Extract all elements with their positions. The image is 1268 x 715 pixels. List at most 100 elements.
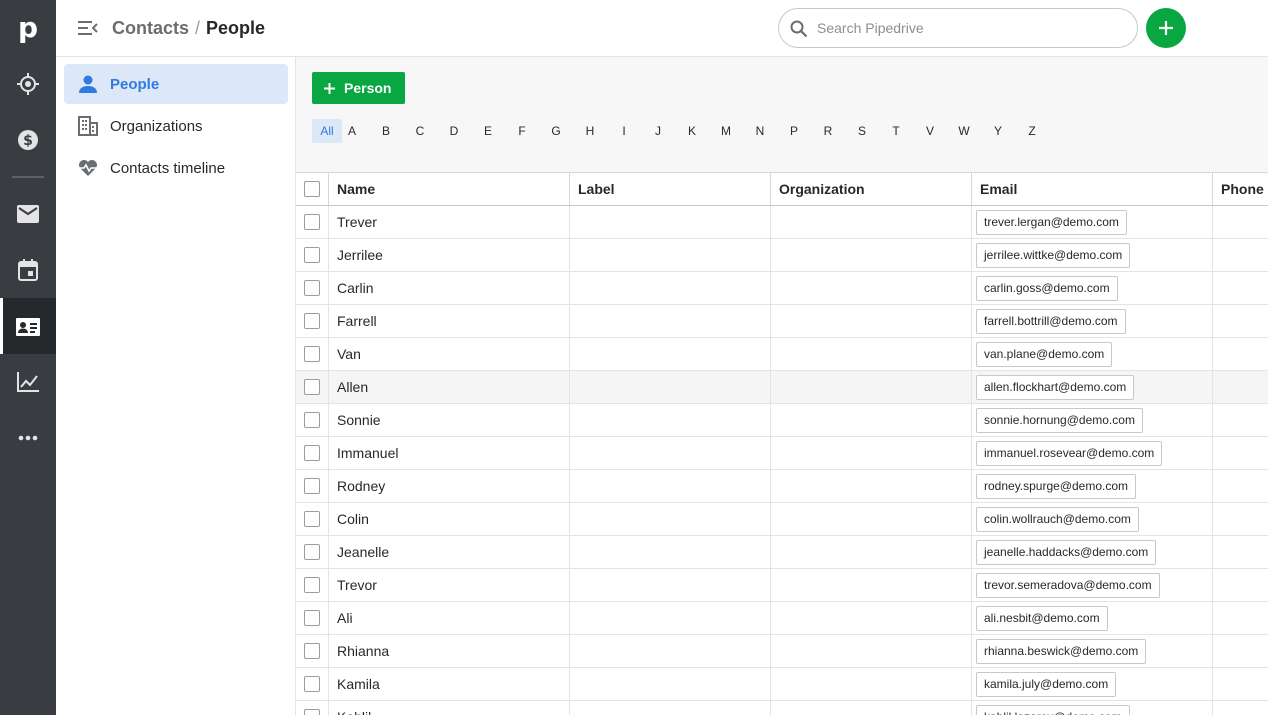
- alphabet-letter-s[interactable]: S: [854, 119, 870, 143]
- search-box[interactable]: [778, 8, 1138, 48]
- person-organization[interactable]: [771, 371, 972, 403]
- alphabet-letter-b[interactable]: B: [378, 119, 394, 143]
- alphabet-letter-p[interactable]: P: [786, 119, 802, 143]
- person-organization[interactable]: [771, 404, 972, 436]
- table-row[interactable]: Colin colin.wollrauch@demo.com: [296, 503, 1268, 536]
- table-row[interactable]: Sonnie sonnie.hornung@demo.com: [296, 404, 1268, 437]
- person-name[interactable]: Allen: [329, 371, 570, 403]
- alphabet-letter-g[interactable]: G: [548, 119, 564, 143]
- person-name[interactable]: Trevor: [329, 569, 570, 601]
- person-phone[interactable]: [1213, 602, 1268, 634]
- person-name[interactable]: Rhianna: [329, 635, 570, 667]
- alphabet-letter-m[interactable]: M: [718, 119, 734, 143]
- person-email[interactable]: rhianna.beswick@demo.com: [976, 638, 1147, 664]
- person-label[interactable]: [570, 701, 771, 715]
- person-organization[interactable]: [771, 701, 972, 715]
- alphabet-letter-y[interactable]: Y: [990, 119, 1006, 143]
- table-row[interactable]: Ali ali.nesbit@demo.com: [296, 602, 1268, 635]
- person-label[interactable]: [570, 569, 771, 601]
- person-email[interactable]: rodney.spurge@demo.com: [976, 473, 1137, 499]
- person-organization[interactable]: [771, 437, 972, 469]
- person-name[interactable]: Van: [329, 338, 570, 370]
- person-phone[interactable]: [1213, 635, 1268, 667]
- person-phone[interactable]: [1213, 668, 1268, 700]
- person-phone[interactable]: [1213, 701, 1268, 715]
- row-checkbox[interactable]: [304, 346, 320, 362]
- row-checkbox[interactable]: [304, 445, 320, 461]
- row-checkbox[interactable]: [304, 511, 320, 527]
- subnav-item-contacts-timeline[interactable]: Contacts timeline: [64, 148, 288, 188]
- column-header-name[interactable]: Name: [329, 173, 570, 205]
- person-email[interactable]: trevor.semeradova@demo.com: [976, 572, 1160, 598]
- person-label[interactable]: [570, 371, 771, 403]
- person-name[interactable]: Colin: [329, 503, 570, 535]
- row-checkbox[interactable]: [304, 478, 320, 494]
- person-name[interactable]: Farrell: [329, 305, 570, 337]
- person-name[interactable]: Sonnie: [329, 404, 570, 436]
- column-header-phone[interactable]: Phone: [1213, 173, 1268, 205]
- person-phone[interactable]: [1213, 503, 1268, 535]
- table-row[interactable]: Immanuel immanuel.rosevear@demo.com: [296, 437, 1268, 470]
- person-email[interactable]: carlin.goss@demo.com: [976, 275, 1118, 301]
- alphabet-letter-all[interactable]: All: [312, 119, 342, 143]
- person-email[interactable]: allen.flockhart@demo.com: [976, 374, 1135, 400]
- person-organization[interactable]: [771, 305, 972, 337]
- table-row[interactable]: Jeanelle jeanelle.haddacks@demo.com: [296, 536, 1268, 569]
- alphabet-letter-i[interactable]: I: [616, 119, 632, 143]
- row-checkbox[interactable]: [304, 544, 320, 560]
- table-row[interactable]: Trever trever.lergan@demo.com: [296, 206, 1268, 239]
- row-checkbox[interactable]: [304, 280, 320, 296]
- person-label[interactable]: [570, 305, 771, 337]
- person-name[interactable]: Ali: [329, 602, 570, 634]
- alphabet-letter-f[interactable]: F: [514, 119, 530, 143]
- alphabet-letter-j[interactable]: J: [650, 119, 666, 143]
- person-label[interactable]: [570, 239, 771, 271]
- table-row[interactable]: Farrell farrell.bottrill@demo.com: [296, 305, 1268, 338]
- select-all-checkbox[interactable]: [304, 181, 320, 197]
- person-email[interactable]: van.plane@demo.com: [976, 341, 1113, 367]
- person-email[interactable]: ali.nesbit@demo.com: [976, 605, 1108, 631]
- person-label[interactable]: [570, 437, 771, 469]
- table-row[interactable]: Carlin carlin.goss@demo.com: [296, 272, 1268, 305]
- rail-contacts[interactable]: [0, 298, 56, 354]
- person-organization[interactable]: [771, 503, 972, 535]
- person-organization[interactable]: [771, 635, 972, 667]
- row-checkbox[interactable]: [304, 610, 320, 626]
- table-row[interactable]: Jerrilee jerrilee.wittke@demo.com: [296, 239, 1268, 272]
- row-checkbox[interactable]: [304, 379, 320, 395]
- table-row[interactable]: Rodney rodney.spurge@demo.com: [296, 470, 1268, 503]
- person-email[interactable]: sonnie.hornung@demo.com: [976, 407, 1143, 433]
- person-name[interactable]: Rodney: [329, 470, 570, 502]
- person-phone[interactable]: [1213, 536, 1268, 568]
- person-organization[interactable]: [771, 668, 972, 700]
- alphabet-letter-d[interactable]: D: [446, 119, 462, 143]
- column-header-email[interactable]: Email: [972, 173, 1213, 205]
- person-organization[interactable]: [771, 470, 972, 502]
- row-checkbox[interactable]: [304, 313, 320, 329]
- rail-insights[interactable]: [0, 354, 56, 410]
- table-row[interactable]: Trevor trevor.semeradova@demo.com: [296, 569, 1268, 602]
- person-email[interactable]: farrell.bottrill@demo.com: [976, 308, 1126, 334]
- alphabet-letter-n[interactable]: N: [752, 119, 768, 143]
- person-email[interactable]: trever.lergan@demo.com: [976, 209, 1127, 235]
- table-row[interactable]: Kahlil kahlil.lazarov@demo.com: [296, 701, 1268, 715]
- row-checkbox[interactable]: [304, 412, 320, 428]
- person-name[interactable]: Kamila: [329, 668, 570, 700]
- alphabet-letter-c[interactable]: C: [412, 119, 428, 143]
- person-organization[interactable]: [771, 338, 972, 370]
- alphabet-letter-z[interactable]: Z: [1024, 119, 1040, 143]
- person-phone[interactable]: [1213, 338, 1268, 370]
- alphabet-letter-w[interactable]: W: [956, 119, 972, 143]
- rail-leads[interactable]: [0, 56, 56, 112]
- person-phone[interactable]: [1213, 569, 1268, 601]
- table-row[interactable]: Allen allen.flockhart@demo.com: [296, 371, 1268, 404]
- person-name[interactable]: Jerrilee: [329, 239, 570, 271]
- person-phone[interactable]: [1213, 371, 1268, 403]
- person-organization[interactable]: [771, 206, 972, 238]
- row-checkbox[interactable]: [304, 247, 320, 263]
- alphabet-letter-e[interactable]: E: [480, 119, 496, 143]
- alphabet-letter-h[interactable]: H: [582, 119, 598, 143]
- person-phone[interactable]: [1213, 437, 1268, 469]
- person-label[interactable]: [570, 503, 771, 535]
- person-label[interactable]: [570, 404, 771, 436]
